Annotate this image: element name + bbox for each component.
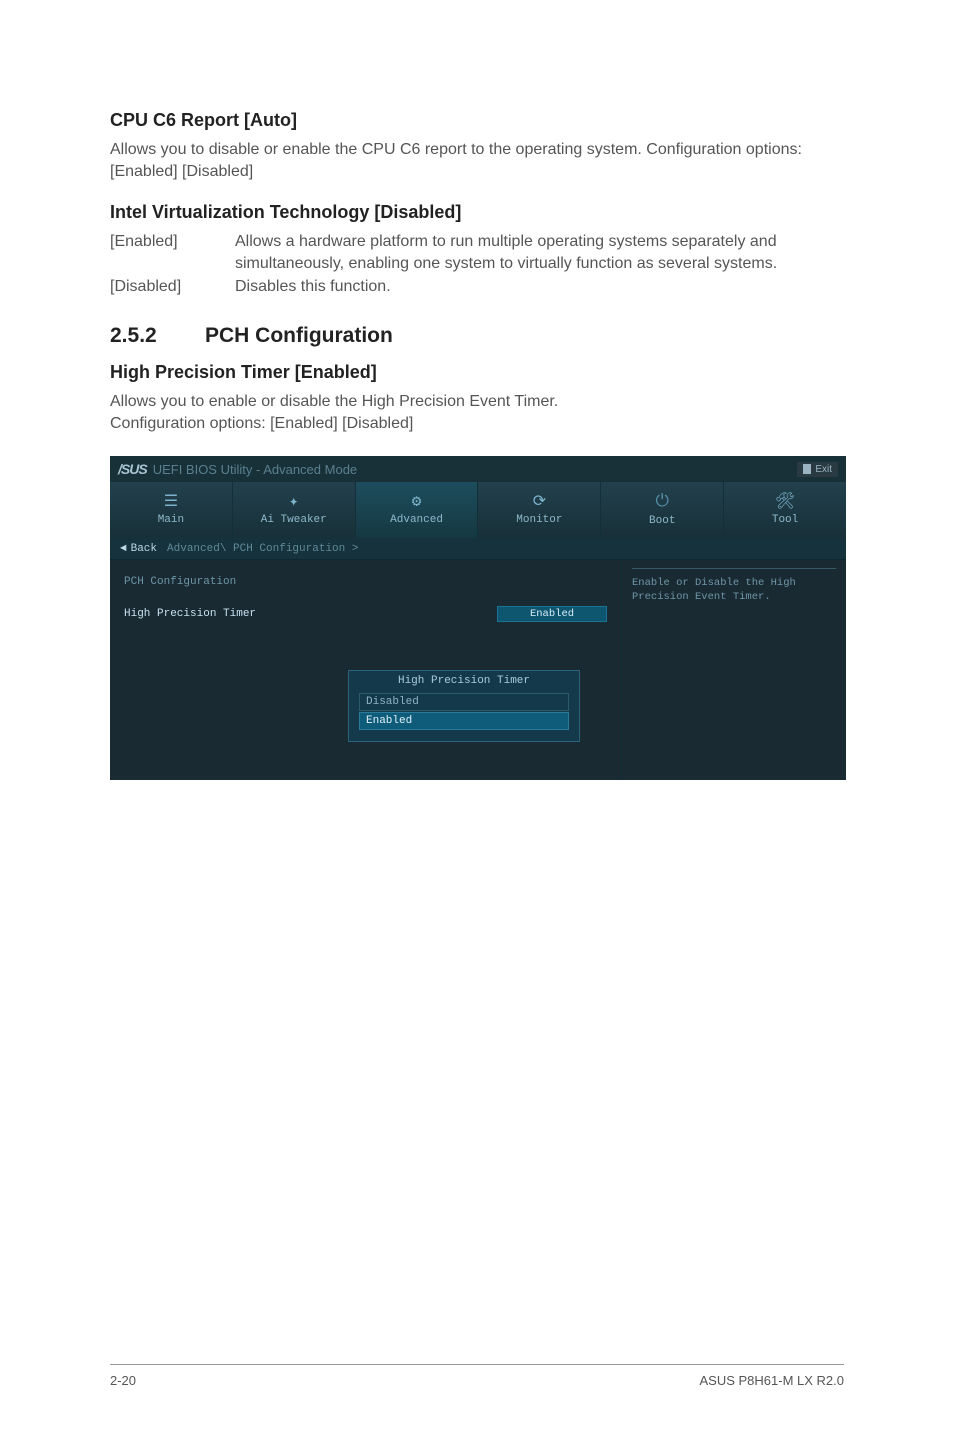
asus-logo: /SUS [118,461,147,477]
tab-label: Advanced [390,514,443,526]
tab-monitor[interactable]: ⟳ Monitor [478,482,601,538]
def-desc: Allows a hardware platform to run multip… [235,231,844,274]
tab-ai-tweaker[interactable]: ✦ Ai Tweaker [233,482,356,538]
side-divider [632,568,836,569]
popup-title: High Precision Timer [349,671,579,693]
tab-label: Main [158,514,184,526]
tab-label: Ai Tweaker [261,514,327,526]
section-title: PCH Configuration [205,324,393,347]
bios-breadcrumb-row: ◄ Back Advanced\ PCH Configuration > [110,538,846,560]
def-term: [Disabled] [110,276,235,298]
tweaker-icon: ✦ [289,494,299,510]
page-number: 2-20 [110,1373,136,1388]
back-arrow-icon: ◄ [120,543,127,555]
section-number: 2.5.2 [110,324,205,348]
exit-label: Exit [815,464,832,475]
heading-intel-vt: Intel Virtualization Technology [Disable… [110,202,844,223]
tab-main[interactable]: ☰ Main [110,482,233,538]
back-button[interactable]: ◄ Back [120,543,157,555]
product-name: ASUS P8H61-M LX R2.0 [699,1373,844,1388]
bios-titlebar: /SUS UEFI BIOS Utility - Advanced Mode E… [110,456,846,482]
body-hpt-1: Allows you to enable or disable the High… [110,391,844,413]
bios-side-panel: Enable or Disable the High Precision Eve… [621,560,846,780]
tab-label: Boot [649,515,675,527]
heading-cpu-c6: CPU C6 Report [Auto] [110,110,844,131]
setting-value[interactable]: Enabled [497,606,607,622]
tab-label: Monitor [516,514,562,526]
fan-icon: ⟳ [533,494,546,510]
popup-option-disabled[interactable]: Disabled [359,693,569,711]
list-icon: ☰ [164,494,178,510]
tool-icon: 🛠 [775,494,795,510]
setting-row-hpt[interactable]: High Precision Timer Enabled [124,606,607,622]
section-heading-pch: 2.5.2PCH Configuration [110,324,844,348]
page-footer: 2-20 ASUS P8H61-M LX R2.0 [110,1364,844,1388]
back-label: Back [131,543,157,555]
heading-hpt: High Precision Timer [Enabled] [110,362,844,383]
bios-title-text: UEFI BIOS Utility - Advanced Mode [153,462,357,477]
def-term: [Enabled] [110,231,235,274]
breadcrumb: Advanced\ PCH Configuration > [167,543,358,555]
tab-tool[interactable]: 🛠 Tool [724,482,846,538]
bios-title-left: /SUS UEFI BIOS Utility - Advanced Mode [118,461,357,477]
bios-screenshot: /SUS UEFI BIOS Utility - Advanced Mode E… [110,456,846,780]
popup-options: Disabled Enabled [349,693,579,741]
body-hpt-2: Configuration options: [Enabled] [Disabl… [110,413,844,435]
def-row-disabled: [Disabled] Disables this function. [110,276,844,298]
tab-label: Tool [772,514,798,526]
def-row-enabled: [Enabled] Allows a hardware platform to … [110,231,844,274]
options-popup: High Precision Timer Disabled Enabled [348,670,580,742]
bios-main-panel: PCH Configuration High Precision Timer E… [110,560,621,780]
tab-boot[interactable]: ⏻ Boot [601,482,724,538]
bios-tabs: ☰ Main ✦ Ai Tweaker ⚙ Advanced ⟳ Monitor… [110,482,846,538]
chip-icon: ⚙ [412,494,422,510]
tab-advanced[interactable]: ⚙ Advanced [356,482,479,538]
exit-icon [803,464,811,474]
exit-button[interactable]: Exit [797,462,838,477]
body-cpu-c6: Allows you to disable or enable the CPU … [110,139,844,182]
popup-option-enabled[interactable]: Enabled [359,712,569,730]
bios-body: PCH Configuration High Precision Timer E… [110,560,846,780]
setting-name: High Precision Timer [124,608,497,620]
power-icon: ⏻ [656,494,669,511]
panel-title: PCH Configuration [124,576,607,588]
help-text: Enable or Disable the High Precision Eve… [632,577,836,604]
def-desc: Disables this function. [235,276,844,298]
